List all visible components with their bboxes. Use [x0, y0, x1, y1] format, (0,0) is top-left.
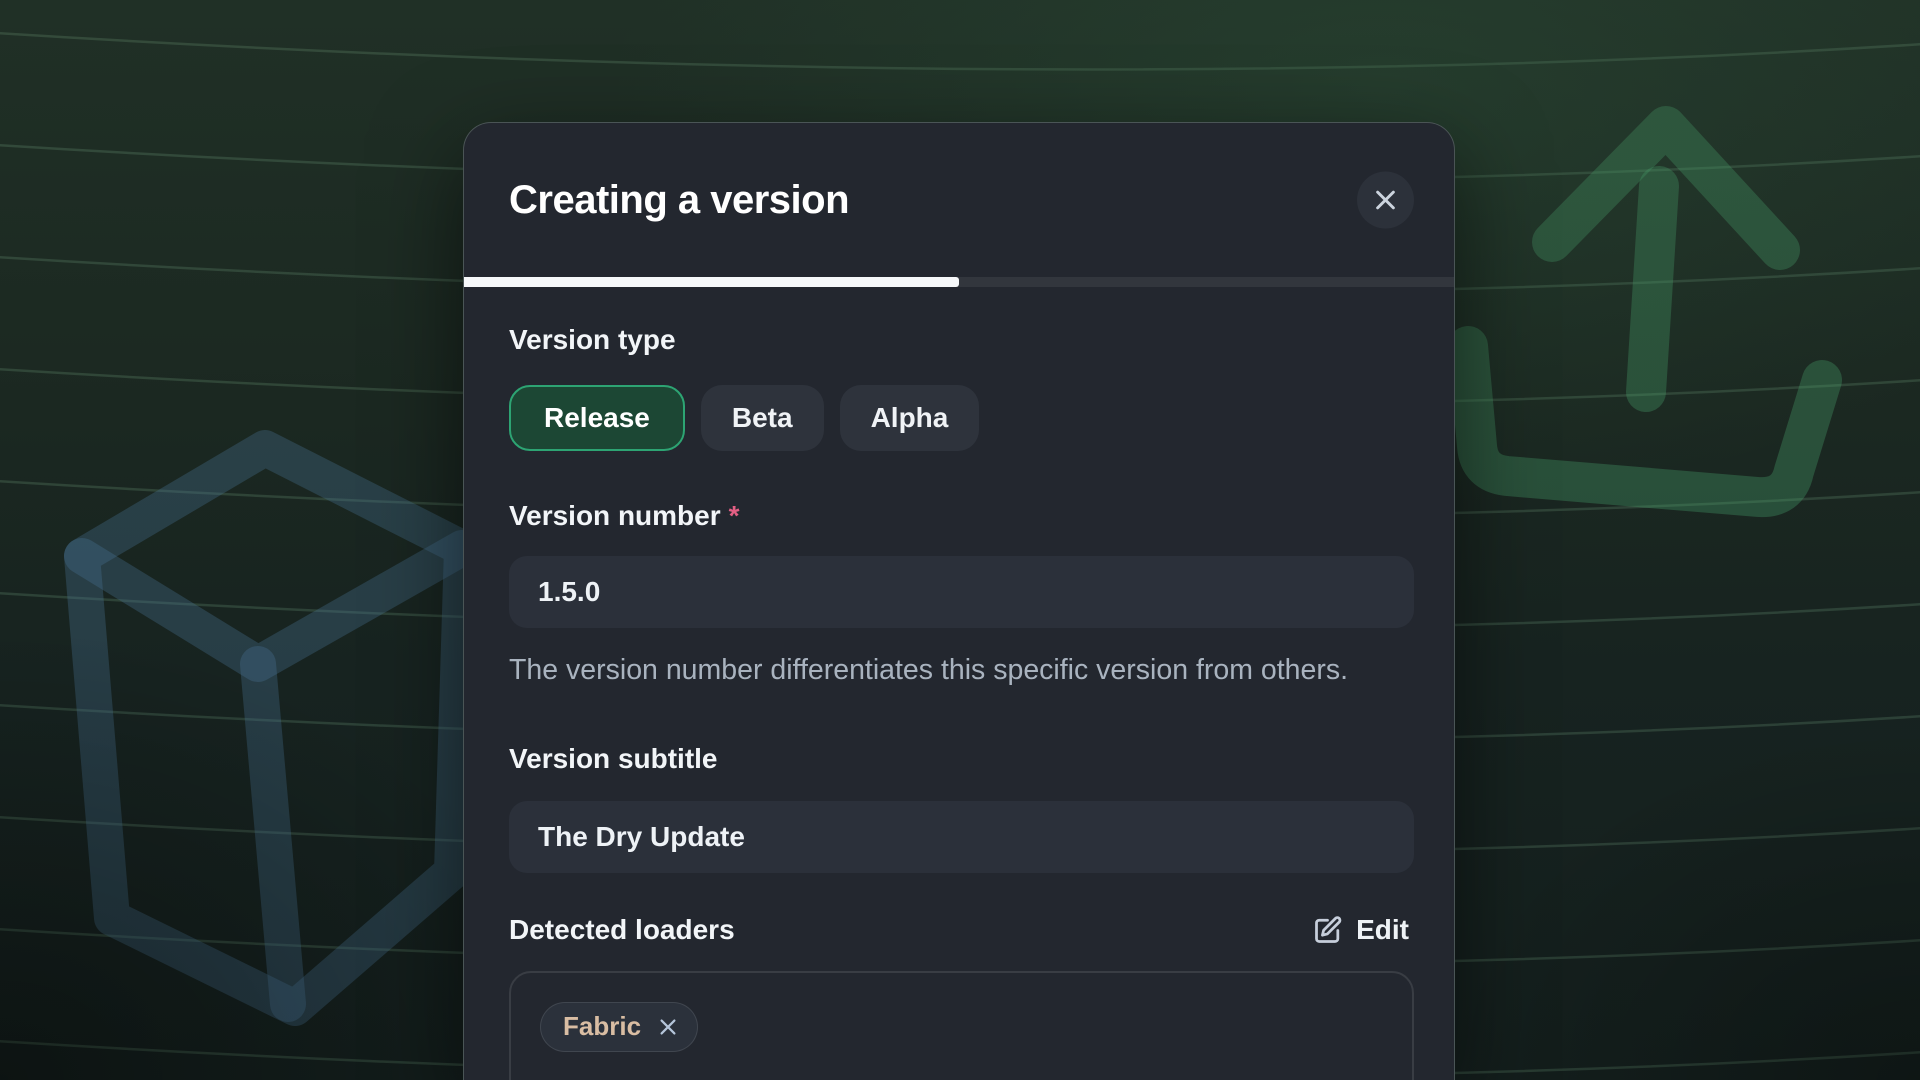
upload-icon — [1468, 126, 1822, 497]
create-version-modal: Creating a version Version type Release … — [463, 122, 1455, 1080]
progress-bar-fill — [464, 277, 959, 287]
progress-bar — [464, 277, 1454, 287]
version-subtitle-input[interactable] — [509, 801, 1414, 873]
required-asterisk: * — [729, 499, 740, 533]
close-button[interactable] — [1357, 172, 1414, 229]
app-background: Creating a version Version type Release … — [0, 0, 1920, 1080]
loader-name: Fabric — [563, 1011, 641, 1042]
detected-loaders-row: Detected loaders Edit — [509, 913, 1409, 947]
version-number-help: The version number differentiates this s… — [509, 652, 1389, 690]
version-number-label: Version number — [509, 499, 721, 533]
version-subtitle-label: Version subtitle — [509, 742, 1409, 776]
remove-loader-button[interactable] — [653, 1012, 683, 1042]
version-number-label-row: Version number * — [509, 499, 1409, 533]
version-type-release-chip[interactable]: Release — [509, 385, 685, 451]
remove-x-icon — [657, 1016, 679, 1038]
package-icon — [82, 448, 462, 1008]
close-icon — [1372, 187, 1399, 214]
version-number-input[interactable] — [509, 556, 1414, 628]
version-type-beta-chip[interactable]: Beta — [701, 385, 824, 451]
version-type-options: Release Beta Alpha — [509, 385, 1409, 451]
version-type-alpha-chip[interactable]: Alpha — [840, 385, 980, 451]
modal-header: Creating a version — [464, 123, 1454, 277]
version-type-label: Version type — [509, 323, 1409, 357]
modal-title: Creating a version — [509, 178, 849, 223]
detected-loaders-label: Detected loaders — [509, 913, 735, 947]
modal-body: Version type Release Beta Alpha Version … — [464, 323, 1454, 1080]
edit-pencil-icon — [1311, 914, 1344, 947]
edit-label: Edit — [1356, 914, 1409, 946]
edit-loaders-button[interactable]: Edit — [1311, 914, 1409, 947]
loader-tag-fabric: Fabric — [540, 1002, 698, 1052]
detected-loaders-box: Fabric — [509, 971, 1414, 1080]
